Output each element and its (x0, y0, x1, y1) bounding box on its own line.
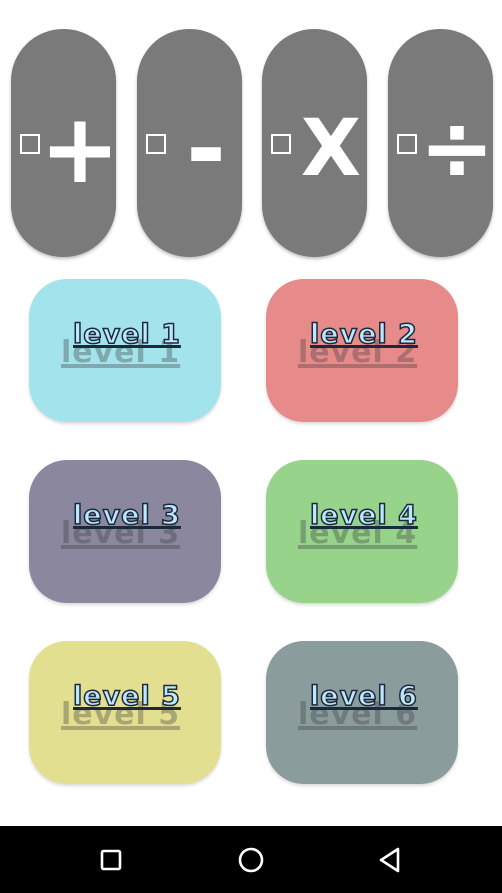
minus-operation-button[interactable]: - (137, 29, 242, 257)
level-3-button[interactable]: level 3 level 3 (29, 460, 221, 603)
recent-apps-icon (100, 849, 122, 871)
level-1-label: level 1 (72, 318, 181, 351)
times-icon: X (300, 104, 362, 194)
divide-operation-button[interactable]: ÷ (388, 29, 495, 257)
operation-selector: + - X ÷ (0, 0, 502, 270)
level-6-label: level 6 (309, 680, 418, 713)
plus-operation-button[interactable]: + (11, 29, 121, 257)
divide-icon: ÷ (419, 96, 495, 201)
plus-icon: + (39, 93, 121, 205)
system-navigation-bar (0, 826, 502, 893)
plus-checkbox[interactable] (20, 134, 40, 154)
times-operation-button[interactable]: X (262, 29, 367, 257)
level-4-button[interactable]: level 4 level 4 (266, 460, 458, 603)
divide-checkbox[interactable] (397, 134, 417, 154)
level-grid: level 1 level 1 level 2 level 2 level 3 … (0, 270, 502, 810)
level-6-button[interactable]: level 6 level 6 (266, 641, 458, 784)
level-1-button[interactable]: level 1 level 1 (29, 279, 221, 422)
home-icon (238, 847, 264, 873)
level-4-label: level 4 (309, 499, 418, 532)
back-icon (379, 847, 400, 873)
home-button[interactable] (235, 844, 267, 876)
back-button[interactable] (374, 844, 406, 876)
recent-apps-button[interactable] (95, 844, 127, 876)
minus-icon: - (186, 93, 226, 205)
minus-checkbox[interactable] (146, 134, 166, 154)
level-5-label: level 5 (72, 680, 181, 713)
level-3-label: level 3 (72, 499, 181, 532)
times-checkbox[interactable] (271, 134, 291, 154)
level-5-button[interactable]: level 5 level 5 (29, 641, 221, 784)
level-2-button[interactable]: level 2 level 2 (266, 279, 458, 422)
level-2-label: level 2 (309, 318, 418, 351)
